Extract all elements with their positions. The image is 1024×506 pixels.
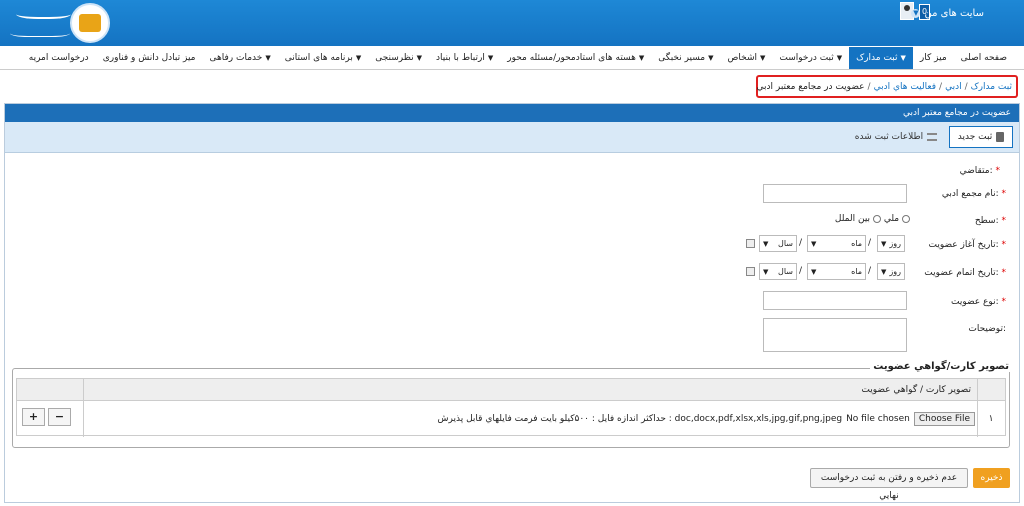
save-button[interactable]: ذخيره — [973, 468, 1010, 488]
site-logo[interactable] — [8, 1, 118, 45]
nav-home[interactable]: صفحه اصلی — [954, 47, 1014, 69]
caret-icon: ▼ — [416, 53, 423, 62]
panel-title: عضويت در مجامع معتبر ادبي — [5, 104, 1019, 122]
description-textarea[interactable] — [763, 318, 907, 352]
logo-script-2 — [10, 25, 70, 37]
nav-knowledge[interactable]: میز تبادل دانش و فناوری — [96, 47, 203, 69]
nav-cores[interactable]: هسته های استادمحور/مسئله محور ▼ — [500, 47, 651, 69]
nav-contact[interactable]: ارتباط با بنیاد ▼ — [429, 47, 500, 69]
caret-icon: ▼ — [900, 53, 906, 62]
calendar-icon[interactable] — [746, 239, 755, 248]
radio-international-label: بين الملل — [834, 214, 871, 224]
caret-icon: ▼ — [355, 53, 362, 62]
nav-elite-path[interactable]: مسیر نخبگی ▼ — [651, 47, 720, 69]
caret-icon: ▼ — [265, 53, 271, 62]
radio-international[interactable] — [902, 214, 910, 223]
start-year-select[interactable]: سال ▼ — [759, 235, 797, 252]
file-hint: حداكثر اندازه فايل : ۵۰۰كيلو بايت فرمت ف… — [437, 414, 843, 424]
my-sites-menu[interactable]: ▼ سایت های من — [911, 5, 984, 21]
breadcrumb-link[interactable]: ثبت مدارک — [971, 82, 1012, 92]
logo-script — [16, 7, 71, 19]
end-month-select[interactable]: ماه ▼ — [807, 263, 866, 280]
add-row-button[interactable]: + — [22, 408, 45, 426]
saved-records-button[interactable]: اطلاعات ثبت شده — [853, 126, 939, 148]
nav-survey[interactable]: نظرسنجی ▼ — [368, 47, 429, 69]
end-day-select[interactable]: روز ▼ — [877, 263, 905, 280]
nav-welfare[interactable]: خدمات رفاهی ▼ — [203, 47, 278, 69]
table-row: حداكثر اندازه فايل : ۵۰۰كيلو بايت فرمت ف… — [87, 402, 975, 436]
document-icon — [996, 132, 1005, 142]
breadcrumb-current: عضويت در مجامع معتبر ادبي — [756, 81, 865, 92]
start-day-select[interactable]: روز ▼ — [877, 235, 905, 252]
nav-military[interactable]: درخواست امریه — [22, 47, 96, 69]
description-label: توضيحات: — [968, 324, 1006, 334]
top-header: 0 ▼ سایت های من — [0, 0, 1024, 46]
my-sites-label: سایت های من — [924, 7, 984, 19]
column-header: تصوير كارت / گواهي عضويت — [83, 379, 977, 401]
panel-toolbar: ثبت جدید اطلاعات ثبت شده — [5, 122, 1019, 153]
nav-documents[interactable]: ثبت مدارک ▼ — [849, 46, 913, 69]
attachment-legend: تصوير كارت/گواهي عضويت — [870, 361, 1012, 372]
nav-persons[interactable]: اشخاص ▼ — [721, 47, 773, 69]
assembly-label: نام مجمع ادبي: * — [941, 189, 1006, 199]
caret-icon: ▼ — [487, 53, 494, 62]
caret-icon: ▼ — [708, 53, 714, 62]
caret-icon: ▼ — [836, 53, 843, 62]
end-year-select[interactable]: سال ▼ — [759, 263, 797, 280]
end-date-label: تاريخ اتمام عضويت: * — [924, 268, 1006, 278]
breadcrumb-link[interactable]: فعاليت هاي ادبي — [874, 82, 936, 92]
nav-requests[interactable]: ثبت درخواست ▼ — [772, 47, 849, 69]
membership-type-label: نوع عضويت: * — [951, 297, 1006, 307]
start-date-label: تاريخ آغاز عضويت: * — [928, 240, 1006, 250]
choose-file-button[interactable]: Choose File — [913, 412, 975, 426]
calendar-icon[interactable] — [746, 267, 755, 276]
attachment-table: تصوير كارت / گواهي عضويت ۱ حداكثر اندازه… — [16, 378, 1006, 437]
logo-seal-icon — [70, 3, 110, 43]
assembly-name-input[interactable] — [763, 184, 907, 203]
caret-icon: ▼ — [638, 53, 645, 62]
new-record-button[interactable]: ثبت جدید — [949, 126, 1013, 148]
skip-save-button[interactable]: عدم ذخيره و رفتن به ثبت درخواست نهايي — [810, 468, 968, 501]
list-icon — [927, 133, 938, 141]
start-month-select[interactable]: ماه ▼ — [807, 235, 866, 252]
membership-type-input[interactable] — [763, 291, 907, 310]
chevron-down-icon: ▼ — [911, 8, 921, 18]
breadcrumb-link[interactable]: ادبي — [945, 82, 962, 92]
radio-national[interactable] — [872, 214, 881, 223]
caret-icon: ▼ — [760, 53, 766, 62]
breadcrumb: ثبت مدارک / ادبي / فعاليت هاي ادبي / عضويت … — [756, 75, 1018, 98]
nav-desk[interactable]: میز کار — [913, 47, 954, 69]
main-nav: صفحه اصلی میز کار ثبت مدارک ▼ ثبت درخواست… — [0, 46, 1024, 70]
applicant-label: متقاضي: * — [959, 166, 1000, 176]
level-label: سطح: * — [974, 216, 1006, 226]
remove-row-button[interactable]: − — [48, 408, 71, 426]
level-radio-group: ملي بين الملل — [820, 214, 910, 224]
nav-provincial[interactable]: برنامه های استانی ▼ — [278, 47, 369, 69]
no-file-label: No file chosen — [846, 414, 910, 424]
radio-national-label: ملي — [883, 214, 900, 224]
row-number: ۱ — [988, 414, 994, 424]
